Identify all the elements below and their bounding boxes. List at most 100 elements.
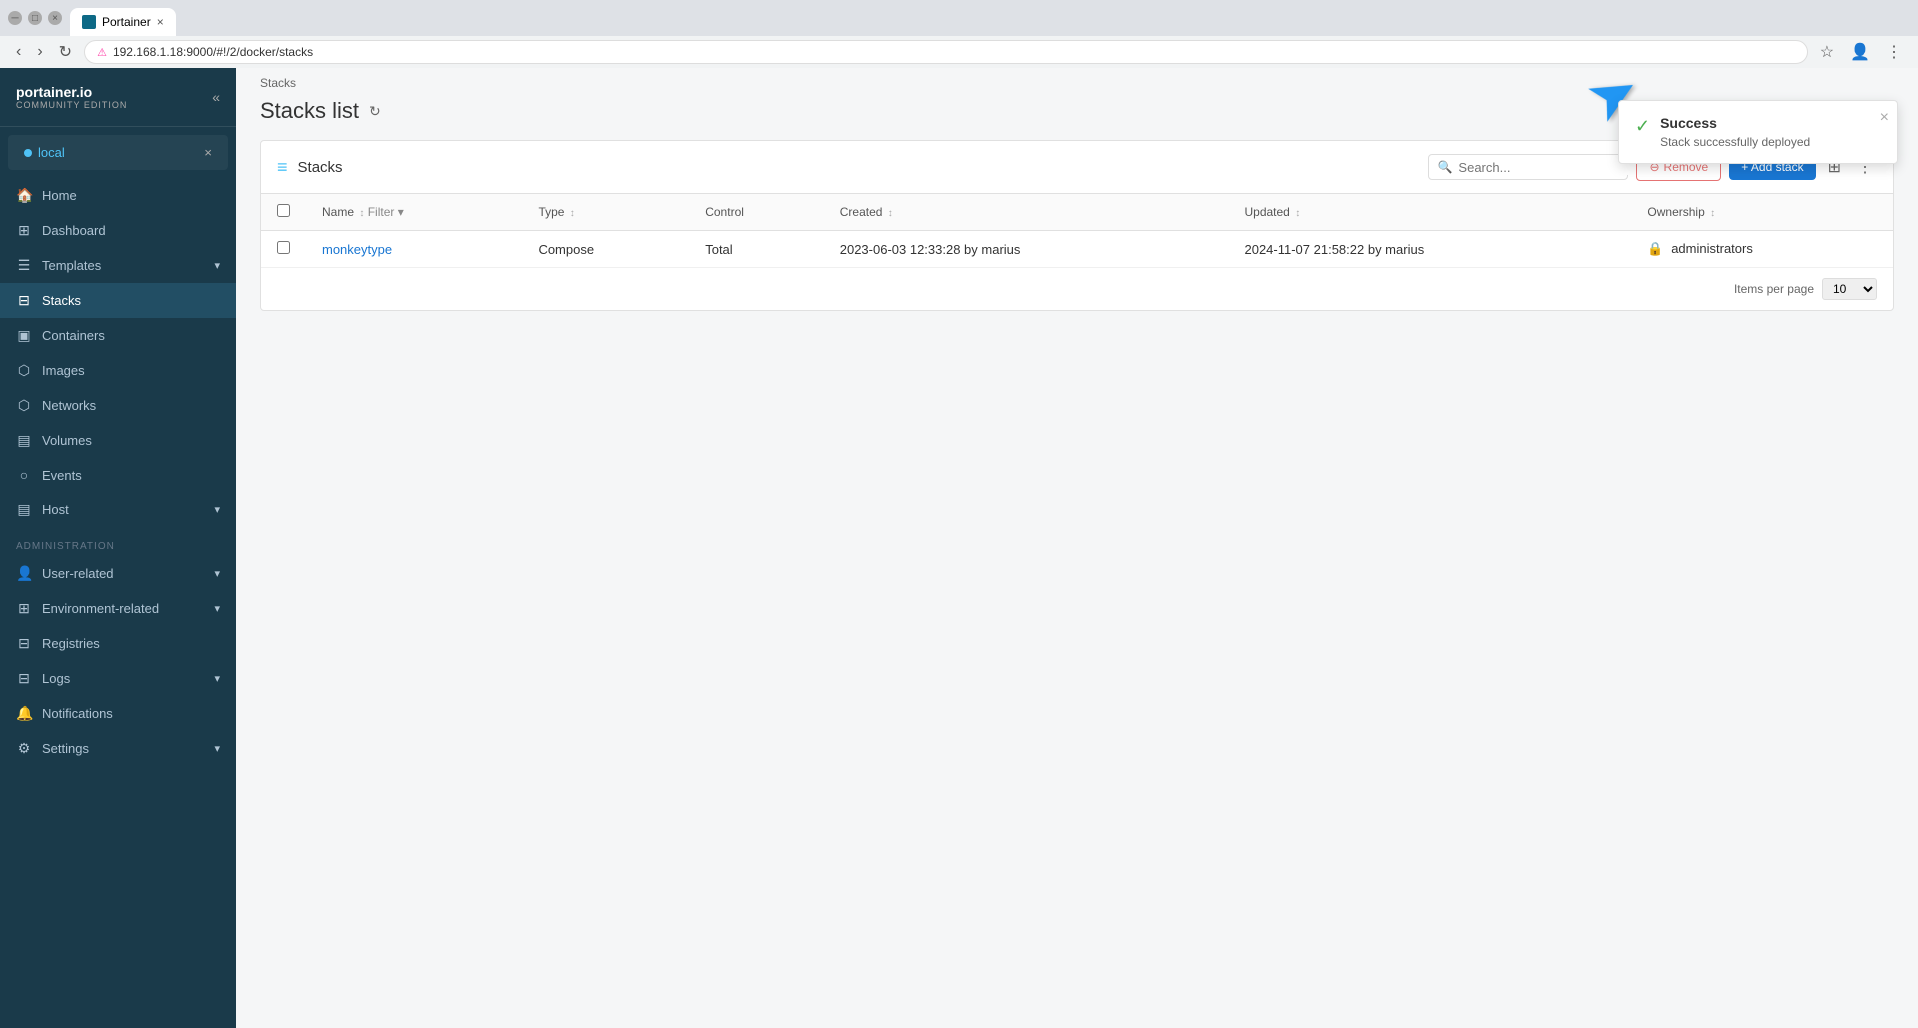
sidebar-item-registries[interactable]: ⊟ Registries — [0, 626, 236, 661]
updated-column-header[interactable]: Updated ↕ — [1228, 194, 1631, 231]
sidebar-item-label-networks: Networks — [42, 398, 96, 413]
ownership-column-header[interactable]: Ownership ↕ — [1631, 194, 1893, 231]
logs-chevron-icon: ▾ — [214, 672, 220, 685]
sidebar-env-selector[interactable]: local × — [8, 135, 228, 170]
sidebar-item-environment-related[interactable]: ⊞ Environment-related ▾ — [0, 591, 236, 626]
admin-section-header: Administration — [0, 527, 236, 556]
maximize-button[interactable]: □ — [28, 11, 42, 25]
sidebar-item-label-images: Images — [42, 363, 85, 378]
name-filter-button[interactable]: Filter ▾ — [368, 205, 404, 219]
select-all-header — [261, 194, 306, 231]
control-column-header: Control — [689, 194, 824, 231]
ownership-sort-icon: ↕ — [1710, 208, 1715, 219]
stacks-panel-icon: ≡ — [277, 157, 288, 178]
updated-sort-icon: ↕ — [1295, 208, 1300, 219]
sidebar-item-containers[interactable]: ▣ Containers — [0, 318, 236, 353]
type-column-header[interactable]: Type ↕ — [522, 194, 689, 231]
env-dot — [24, 149, 32, 157]
networks-icon: ⬡ — [16, 397, 32, 414]
toast-close-button[interactable]: × — [1880, 109, 1889, 127]
env-name-label: local — [24, 145, 65, 160]
sidebar-item-label-volumes: Volumes — [42, 433, 92, 448]
sidebar-item-volumes[interactable]: ▤ Volumes — [0, 423, 236, 458]
browser-tab[interactable]: Portainer × — [70, 8, 176, 36]
page-title: Stacks list — [260, 98, 359, 124]
stacks-sidebar-icon: ⊟ — [16, 292, 32, 309]
registries-icon: ⊟ — [16, 635, 32, 652]
items-per-page-label: Items per page — [1734, 282, 1814, 296]
close-button[interactable]: × — [48, 11, 62, 25]
back-button[interactable]: ‹ — [12, 41, 25, 63]
stack-name-link[interactable]: monkeytype — [322, 242, 392, 257]
profile-button[interactable]: 👤 — [1846, 40, 1874, 64]
bookmark-button[interactable]: ☆ — [1816, 40, 1838, 64]
tab-close-button[interactable]: × — [157, 15, 164, 29]
toast-container: ✓ Success Stack successfully deployed × — [1618, 100, 1898, 164]
table-row: monkeytype Compose Total 2023-06-03 12:3… — [261, 231, 1893, 268]
sidebar-item-label-logs: Logs — [42, 671, 70, 686]
select-all-checkbox[interactable] — [277, 204, 290, 217]
tab-title: Portainer — [102, 15, 151, 29]
row-name-cell: monkeytype — [306, 231, 522, 268]
templates-chevron-icon: ▾ — [214, 259, 220, 272]
sidebar-collapse-button[interactable]: « — [212, 89, 220, 105]
name-column-header[interactable]: Name ↕ Filter ▾ — [306, 194, 522, 231]
sidebar-logo: portainer.io COMMUNITY EDITION « — [0, 68, 236, 127]
address-bar[interactable]: ⚠ 192.168.1.18:9000/#!/2/docker/stacks — [84, 40, 1808, 64]
containers-icon: ▣ — [16, 327, 32, 344]
sidebar-item-images[interactable]: ⬡ Images — [0, 353, 236, 388]
url-display: 192.168.1.18:9000/#!/2/docker/stacks — [113, 45, 313, 59]
images-icon: ⬡ — [16, 362, 32, 379]
host-icon: ▤ — [16, 501, 32, 518]
success-toast: ✓ Success Stack successfully deployed × — [1618, 100, 1898, 164]
logs-icon: ⊟ — [16, 670, 32, 687]
row-checkbox-cell — [261, 231, 306, 268]
sidebar-item-events[interactable]: ○ Events — [0, 458, 236, 492]
sidebar-item-host[interactable]: ▤ Host ▾ — [0, 492, 236, 527]
row-created-cell: 2023-06-03 12:33:28 by marius — [824, 231, 1229, 268]
created-column-label: Created — [840, 205, 883, 219]
settings-icon: ⚙ — [16, 740, 32, 757]
updated-column-label: Updated — [1244, 205, 1289, 219]
forward-button[interactable]: › — [33, 41, 46, 63]
sidebar-item-user-related[interactable]: 👤 User-related ▾ — [0, 556, 236, 591]
created-column-header[interactable]: Created ↕ — [824, 194, 1229, 231]
portainer-logo: portainer.io COMMUNITY EDITION — [16, 84, 127, 110]
sidebar-item-label-templates: Templates — [42, 258, 101, 273]
minimize-button[interactable]: ─ — [8, 11, 22, 25]
items-per-page-select[interactable]: 10 25 50 100 — [1822, 278, 1877, 300]
menu-button[interactable]: ⋮ — [1882, 40, 1906, 64]
environment-related-icon: ⊞ — [16, 600, 32, 617]
sidebar-item-dashboard[interactable]: ⊞ Dashboard — [0, 213, 236, 248]
ownership-column-label: Ownership — [1647, 205, 1704, 219]
search-icon: 🔍 — [1437, 160, 1452, 174]
refresh-button[interactable]: ↻ — [369, 103, 381, 120]
sidebar-item-logs[interactable]: ⊟ Logs ▾ — [0, 661, 236, 696]
sidebar-item-settings[interactable]: ⚙ Settings ▾ — [0, 731, 236, 766]
row-ownership-cell: 🔒 administrators — [1631, 231, 1893, 268]
ownership-value: administrators — [1671, 241, 1753, 256]
name-sort-icon: ↕ — [359, 208, 364, 219]
sidebar-item-notifications[interactable]: 🔔 Notifications — [0, 696, 236, 731]
sidebar-item-label-stacks: Stacks — [42, 293, 81, 308]
sidebar-item-stacks[interactable]: ⊟ Stacks — [0, 283, 236, 318]
type-sort-icon: ↕ — [570, 208, 575, 219]
sidebar-item-home[interactable]: 🏠 Home — [0, 178, 236, 213]
items-per-page-bar: Items per page 10 25 50 100 — [261, 268, 1893, 310]
env-close-button[interactable]: × — [204, 145, 212, 160]
search-input[interactable] — [1458, 160, 1634, 175]
row-checkbox[interactable] — [277, 241, 290, 254]
name-column-label: Name — [322, 205, 354, 219]
search-box[interactable]: 🔍 × — [1428, 154, 1628, 180]
sidebar: portainer.io COMMUNITY EDITION « local ×… — [0, 68, 236, 1028]
dashboard-icon: ⊞ — [16, 222, 32, 239]
control-column-label: Control — [705, 205, 744, 219]
sidebar-item-label-host: Host — [42, 502, 69, 517]
sidebar-item-networks[interactable]: ⬡ Networks — [0, 388, 236, 423]
events-icon: ○ — [16, 467, 32, 483]
window-controls: ─ □ × — [8, 11, 62, 25]
ownership-lock-icon: 🔒 — [1647, 241, 1663, 256]
main-content: Stacks Stacks list ↻ ≡ Stacks 🔍 × ⊖ Remo… — [236, 68, 1918, 1028]
reload-button[interactable]: ↻ — [55, 40, 76, 64]
sidebar-item-templates[interactable]: ☰ Templates ▾ — [0, 248, 236, 283]
